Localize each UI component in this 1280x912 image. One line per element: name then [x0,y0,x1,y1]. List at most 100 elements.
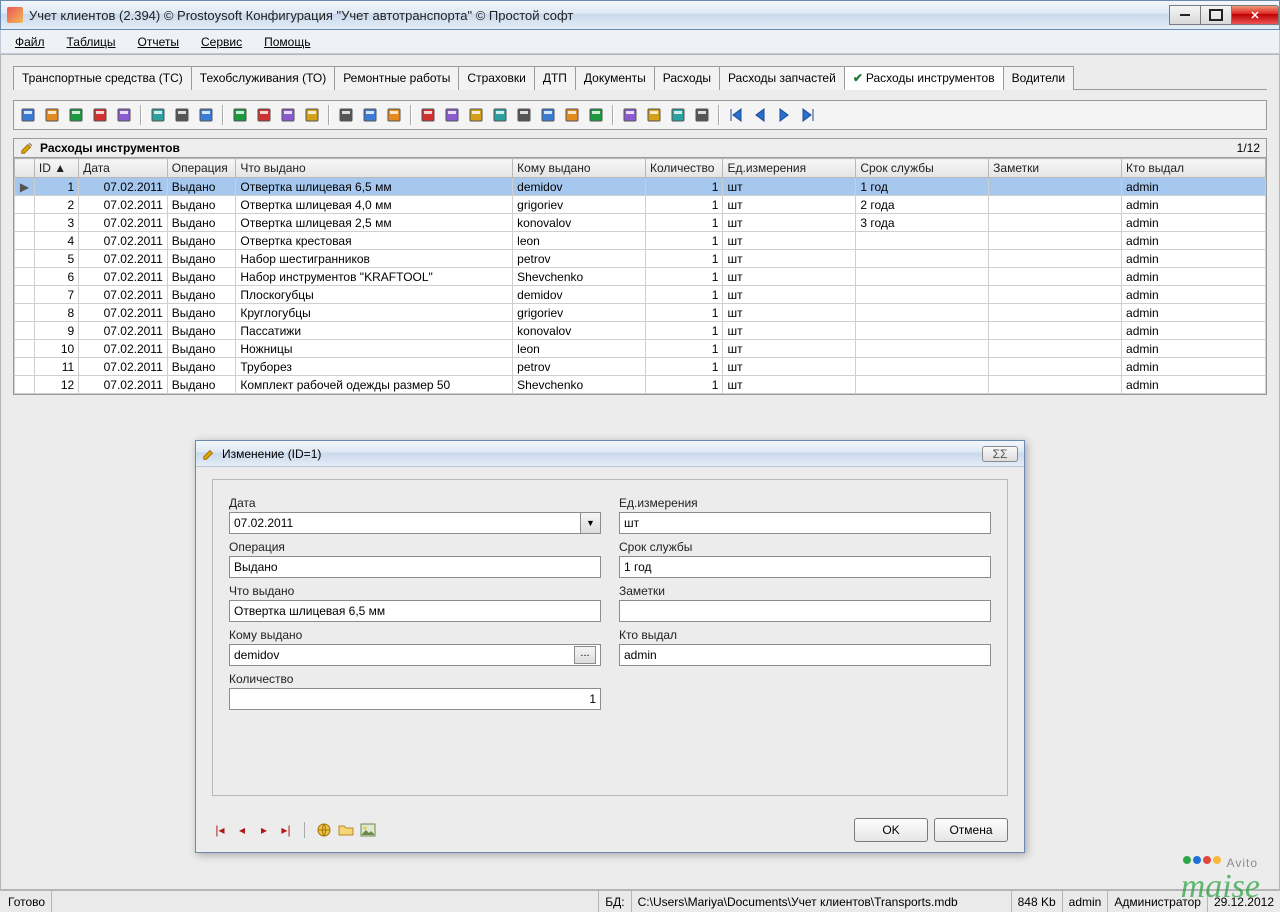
toolbar-form4-icon[interactable] [692,105,712,125]
toolbar-funnel-icon[interactable] [278,105,298,125]
table-row[interactable]: 1207.02.2011ВыданоКомплект рабочей одежд… [15,376,1266,394]
table-row[interactable]: 307.02.2011ВыданоОтвертка шлицевая 2,5 м… [15,214,1266,232]
input-op[interactable]: Выдано [229,556,601,578]
toolbar-export4-icon[interactable] [538,105,558,125]
col-header[interactable]: Заметки [989,159,1122,178]
grid-counter: 1/12 [1237,141,1260,155]
toolbar-export5-icon[interactable] [562,105,582,125]
tab-8[interactable]: ✔Расходы инструментов [844,66,1004,90]
toolbar-refresh2-icon[interactable] [254,105,274,125]
toolbar-export3-icon[interactable] [514,105,534,125]
folder-icon[interactable] [338,822,354,838]
input-to[interactable]: demidov... [229,644,601,666]
status-size: 848 Kb [1011,891,1062,912]
table-row[interactable]: 407.02.2011ВыданоОтвертка крестоваяleon1… [15,232,1266,250]
cancel-button[interactable]: Отмена [934,818,1008,842]
nav-last-button[interactable]: ▸| [278,822,294,838]
tab-7[interactable]: Расходы запчастей [719,66,845,90]
data-grid[interactable]: ID ▲ДатаОперацияЧто выданоКому выданоКол… [13,158,1267,395]
nav-next-button[interactable]: ▸ [256,822,272,838]
input-notes[interactable] [619,600,991,622]
window-maximize-button[interactable] [1200,5,1232,25]
nav-prev-button[interactable]: ◂ [234,822,250,838]
toolbar-filter2-icon[interactable] [172,105,192,125]
toolbar-last-icon[interactable] [798,105,818,125]
toolbar-form2-icon[interactable] [644,105,664,125]
col-header[interactable]: Дата [79,159,168,178]
toolbar-next-icon[interactable] [774,105,794,125]
tab-0[interactable]: Транспортные средства (ТС) [13,66,192,90]
edit-dialog: Изменение (ID=1) ΣΣ Дата 07.02.2011▼ Опе… [195,440,1025,853]
input-date[interactable]: 07.02.2011▼ [229,512,601,534]
col-header[interactable]: Срок службы [856,159,989,178]
toolbar-new-icon[interactable] [18,105,38,125]
col-header[interactable]: Что выдано [236,159,513,178]
toolbar-sql-icon[interactable] [302,105,322,125]
toolbar-find-icon[interactable] [336,105,356,125]
table-row[interactable]: 907.02.2011ВыданоПассатижиkonovalov1штad… [15,322,1266,340]
window-close-button[interactable] [1231,5,1279,25]
col-header[interactable]: ID ▲ [34,159,78,178]
toolbar-refresh-icon[interactable] [230,105,250,125]
col-header[interactable]: Операция [167,159,236,178]
toolbar-print-icon[interactable] [360,105,380,125]
table-row[interactable]: 207.02.2011ВыданоОтвертка шлицевая 4,0 м… [15,196,1266,214]
toolbar-first-icon[interactable] [726,105,746,125]
table-row[interactable]: 707.02.2011ВыданоПлоскогубцыdemidov1штad… [15,286,1266,304]
nav-first-button[interactable]: |◂ [212,822,228,838]
toolbar-excel-icon[interactable] [490,105,510,125]
table-row[interactable]: ▶107.02.2011ВыданоОтвертка шлицевая 6,5 … [15,178,1266,196]
table-row[interactable]: 607.02.2011ВыданоНабор инструментов "KRA… [15,268,1266,286]
input-qty[interactable]: 1 [229,688,601,710]
toolbar-export2-icon[interactable] [442,105,462,125]
table-row[interactable]: 1107.02.2011ВыданоТруборезpetrov1штadmin [15,358,1266,376]
menu-reports[interactable]: Отчеты [128,32,189,52]
table-row[interactable]: 1007.02.2011ВыданоНожницыleon1штadmin [15,340,1266,358]
toolbar-copy-icon[interactable] [66,105,86,125]
tab-1[interactable]: Техобслуживания (ТО) [191,66,335,90]
menu-help[interactable]: Помощь [254,32,320,52]
dialog-close-button[interactable]: ΣΣ [982,446,1018,462]
col-header[interactable]: Кто выдал [1122,159,1266,178]
toolbar-chart-icon[interactable] [586,105,606,125]
tab-3[interactable]: Страховки [458,66,534,90]
dialog-bottom: |◂ ◂ ▸ ▸| OK Отмена [212,818,1008,842]
col-header[interactable]: Ед.измерения [723,159,856,178]
tab-5[interactable]: Документы [575,66,655,90]
toolbar-edit-icon[interactable] [42,105,62,125]
tab-2[interactable]: Ремонтные работы [334,66,459,90]
col-header[interactable]: Количество [646,159,723,178]
menu-service[interactable]: Сервис [191,32,252,52]
toolbar-delete-icon[interactable] [90,105,110,125]
toolbar-filter-icon[interactable] [148,105,168,125]
toolbar-props-icon[interactable] [114,105,134,125]
input-life[interactable]: 1 год [619,556,991,578]
toolbar-form3-icon[interactable] [668,105,688,125]
window-minimize-button[interactable] [1169,5,1201,25]
globe-icon[interactable] [316,822,332,838]
picture-icon[interactable] [360,822,376,838]
dialog-titlebar[interactable]: Изменение (ID=1) ΣΣ [196,441,1024,467]
tab-6[interactable]: Расходы [654,66,720,90]
tab-9[interactable]: Водители [1003,66,1074,90]
label-to: Кому выдано [229,628,601,642]
menu-file[interactable]: Файл [5,32,55,52]
table-row[interactable]: 507.02.2011ВыданоНабор шестигранниковpet… [15,250,1266,268]
toolbar-filter3-icon[interactable] [196,105,216,125]
input-item[interactable]: Отвертка шлицевая 6,5 мм [229,600,601,622]
ellipsis-button[interactable]: ... [574,646,596,664]
table-row[interactable]: 807.02.2011ВыданоКруглогубцыgrigoriev1шт… [15,304,1266,322]
col-header[interactable]: Кому выдано [513,159,646,178]
tab-4[interactable]: ДТП [534,66,576,90]
label-issuer: Кто выдал [619,628,991,642]
menu-tables[interactable]: Таблицы [57,32,126,52]
input-issuer[interactable]: admin [619,644,991,666]
toolbar-word-icon[interactable] [466,105,486,125]
toolbar-export1-icon[interactable] [418,105,438,125]
ok-button[interactable]: OK [854,818,928,842]
toolbar-prev-icon[interactable] [750,105,770,125]
date-dropdown-icon[interactable]: ▼ [580,513,600,533]
toolbar-preview-icon[interactable] [384,105,404,125]
input-unit[interactable]: шт [619,512,991,534]
toolbar-form1-icon[interactable] [620,105,640,125]
